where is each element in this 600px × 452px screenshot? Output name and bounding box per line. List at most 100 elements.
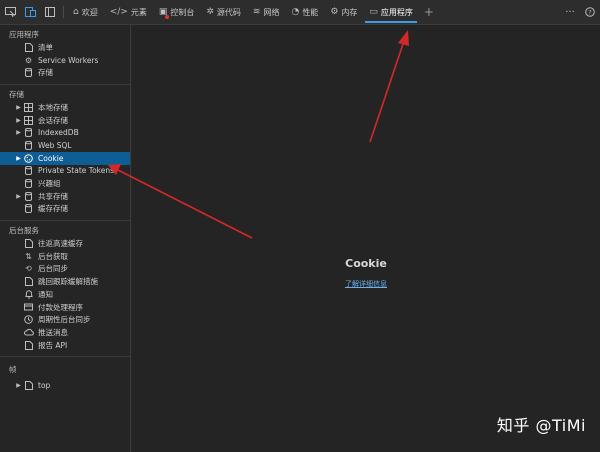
- database-icon: [23, 191, 34, 201]
- sidebar-item-label: 往返高速缓存: [38, 239, 83, 249]
- sidebar-item-notifications[interactable]: 通知: [0, 288, 130, 301]
- learn-more-link[interactable]: 了解详细信息: [132, 279, 600, 289]
- bell-icon: [23, 289, 34, 299]
- section-background-services: 后台服务 往返高速缓存 ⇅ 后台获取 ⟲ 后台同步 跳回跟踪缓解措施 通知 付款…: [0, 221, 130, 358]
- sidebar-item-bounce-tracking[interactable]: 跳回跟踪缓解措施: [0, 275, 130, 288]
- sidebar-item-label: top: [38, 381, 51, 391]
- sidebar-item-label: 推送消息: [38, 327, 68, 337]
- sidebar-item-payment-handler[interactable]: 付款处理程序: [0, 301, 130, 314]
- swap-arrows-icon: ⇅: [25, 251, 32, 261]
- gear-icon: ⚙: [24, 55, 33, 65]
- tab-label: 控制台: [170, 7, 195, 17]
- sidebar-item-storage[interactable]: 存储: [0, 66, 130, 79]
- section-frames: 帧 ▶ top: [0, 357, 130, 397]
- sidebar-item-cookie[interactable]: ▶ Cookie: [0, 151, 130, 165]
- cookie-main-panel: Cookie 了解详细信息 知乎 @TiMi: [132, 25, 600, 452]
- devtools-toolbar: ⌂ 欢迎 </> 元素 ▣ 控制台 ✲ 源代码 ≋ 网络 ◔ 性能 ⚙ 内存 ▭…: [0, 0, 600, 25]
- console-icon: ▣: [159, 7, 170, 19]
- expand-arrow-icon[interactable]: ▶: [14, 104, 23, 111]
- cloud-icon: [23, 327, 34, 337]
- tab-elements[interactable]: </> 元素: [104, 0, 153, 24]
- clock-icon: [23, 315, 34, 325]
- sidebar-toggle-icon[interactable]: [40, 0, 60, 24]
- sidebar-item-label: 缓存存储: [38, 204, 68, 214]
- sidebar-item-label: 共享存储: [38, 191, 68, 201]
- page-title: Cookie: [345, 257, 387, 270]
- tab-label: 性能: [302, 7, 319, 17]
- tab-welcome[interactable]: ⌂ 欢迎: [67, 0, 104, 24]
- tab-performance[interactable]: ◔ 性能: [285, 0, 324, 24]
- tab-label: 元素: [130, 7, 147, 17]
- sidebar-item-interest-groups[interactable]: 兴趣组: [0, 177, 130, 190]
- expand-arrow-icon[interactable]: ▶: [14, 155, 23, 162]
- bug-icon: ✲: [206, 7, 214, 17]
- sidebar-item-label: Web SQL: [38, 140, 72, 150]
- code-icon: </>: [109, 7, 128, 17]
- grid-icon: [23, 115, 34, 125]
- file-icon: [23, 42, 34, 52]
- sidebar-item-background-sync[interactable]: ⟲ 后台同步: [0, 263, 130, 276]
- sidebar-item-frame-top[interactable]: ▶ top: [0, 379, 130, 392]
- help-icon[interactable]: ?: [580, 0, 600, 24]
- sidebar-item-bfcache[interactable]: 往返高速缓存: [0, 237, 130, 250]
- tab-application[interactable]: ▭ 应用程序: [363, 0, 419, 24]
- database-icon: [23, 140, 34, 150]
- sidebar-item-private-state-tokens[interactable]: Private State Tokens: [0, 165, 130, 178]
- expand-arrow-icon[interactable]: ▶: [14, 129, 23, 136]
- sidebar-item-cache-storage[interactable]: 缓存存储: [0, 203, 130, 216]
- tab-memory[interactable]: ⚙ 内存: [324, 0, 363, 24]
- section-title: 后台服务: [9, 226, 39, 236]
- app-icon: ▭: [369, 7, 378, 17]
- sidebar-item-periodic-sync[interactable]: 周期性后台同步: [0, 313, 130, 326]
- sidebar-item-web-sql[interactable]: Web SQL: [0, 139, 130, 152]
- tab-label: 源代码: [216, 7, 241, 17]
- database-icon: [23, 166, 34, 176]
- database-icon: [23, 179, 34, 189]
- sidebar-item-reporting-api[interactable]: 报告 API: [0, 339, 130, 352]
- expand-arrow-icon[interactable]: ▶: [14, 117, 23, 124]
- sidebar-item-label: Private State Tokens: [38, 166, 115, 176]
- sidebar-item-label: Service Workers: [38, 55, 99, 65]
- sidebar-item-local-storage[interactable]: ▶ 本地存储: [0, 101, 130, 114]
- home-icon: ⌂: [73, 7, 79, 17]
- frame-icon: [23, 381, 34, 391]
- section-title: 存储: [9, 90, 24, 100]
- sidebar-item-label: 通知: [38, 289, 53, 299]
- sidebar-item-label: 会话存储: [38, 115, 68, 125]
- sidebar-item-label: 周期性后台同步: [38, 315, 91, 325]
- expand-arrow-icon[interactable]: ▶: [14, 382, 23, 389]
- sync-icon: ⟲: [25, 264, 32, 274]
- sidebar-item-background-fetch[interactable]: ⇅ 后台获取: [0, 250, 130, 263]
- tab-label: 应用程序: [380, 7, 413, 17]
- more-options-icon[interactable]: ···: [560, 0, 580, 24]
- sidebar-item-service-workers[interactable]: ⚙ Service Workers: [0, 54, 130, 67]
- sidebar-item-label: IndexedDB: [38, 128, 79, 138]
- sidebar-item-label: 报告 API: [38, 340, 68, 350]
- inspect-icon[interactable]: [0, 0, 20, 24]
- device-icon[interactable]: [20, 0, 40, 24]
- gear-icon: ⚙: [330, 7, 339, 17]
- sidebar-item-push-messaging[interactable]: 推送消息: [0, 326, 130, 339]
- error-badge-dot: [165, 15, 170, 19]
- database-icon: [23, 68, 34, 78]
- file-icon: [23, 277, 34, 287]
- cookie-icon: [23, 153, 34, 163]
- sidebar-item-session-storage[interactable]: ▶ 会话存储: [0, 114, 130, 127]
- sidebar-item-manifest[interactable]: 清单: [0, 41, 130, 54]
- expand-arrow-icon[interactable]: ▶: [14, 193, 23, 200]
- file-icon: [23, 239, 34, 249]
- sidebar-item-shared-storage[interactable]: ▶ 共享存储: [0, 190, 130, 203]
- grid-icon: [23, 102, 34, 112]
- svg-text:?: ?: [588, 8, 591, 16]
- section-application: 应用程序 清单 ⚙ Service Workers 存储: [0, 25, 130, 86]
- file-icon: [23, 340, 34, 350]
- gauge-icon: ◔: [291, 7, 300, 17]
- application-sidebar: 应用程序 清单 ⚙ Service Workers 存储 存储 ▶ 本地存储 ▶: [0, 25, 131, 452]
- tab-console[interactable]: ▣ 控制台: [153, 0, 201, 24]
- database-icon: [23, 204, 34, 214]
- tab-network[interactable]: ≋ 网络: [247, 0, 286, 24]
- add-tab-button[interactable]: +: [419, 0, 439, 24]
- toolbar-right: ··· ?: [560, 0, 600, 24]
- sidebar-item-indexeddb[interactable]: ▶ IndexedDB: [0, 126, 130, 139]
- tab-sources[interactable]: ✲ 源代码: [200, 0, 247, 24]
